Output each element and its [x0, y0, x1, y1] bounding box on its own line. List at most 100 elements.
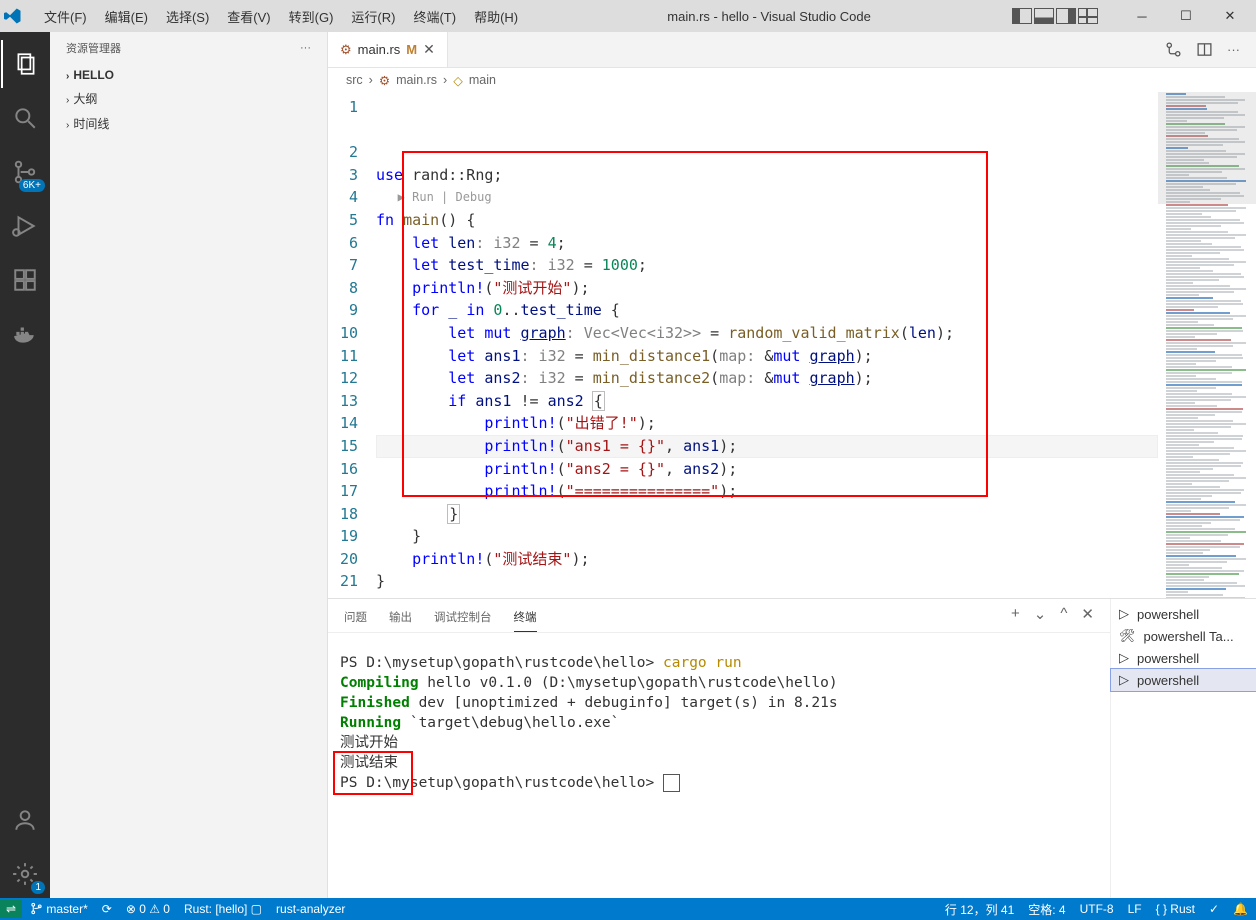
codelens[interactable]: ▶ Run | Debug — [376, 186, 1158, 209]
maximize-panel-icon[interactable]: ^ — [1060, 605, 1067, 632]
layout-grid-icon[interactable] — [1078, 8, 1098, 24]
code-line[interactable]: use rand::Rng; — [376, 164, 1158, 187]
title-bar: 文件(F)编辑(E)选择(S)查看(V)转到(G)运行(R)终端(T)帮助(H)… — [0, 0, 1256, 32]
terminal-list-item[interactable]: 🛠powershell Ta... — [1111, 625, 1256, 647]
status-item[interactable]: 空格: 4 — [1028, 901, 1065, 918]
code-line[interactable]: println!("ans2 = {}", ans2); — [376, 458, 1158, 481]
layout-left-icon[interactable] — [1012, 8, 1032, 24]
breadcrumb[interactable]: src › ⚙ main.rs › ◇ main — [328, 68, 1256, 92]
tab-filename: main.rs — [358, 42, 401, 57]
compare-icon[interactable] — [1165, 41, 1182, 58]
editor-group: ⚙ main.rs M ✕ ··· src › ⚙ main.rs › ◇ ma… — [328, 32, 1256, 898]
terminal-line: 测试结束 — [340, 753, 1098, 773]
code-line[interactable]: } — [376, 525, 1158, 548]
status-item[interactable]: ⟳ — [102, 902, 112, 916]
menu-bar: 文件(F)编辑(E)选择(S)查看(V)转到(G)运行(R)终端(T)帮助(H) — [36, 3, 526, 30]
code-line[interactable]: println!("测试结束"); — [376, 548, 1158, 571]
status-item[interactable]: ✓ — [1209, 902, 1219, 916]
code-line[interactable]: fn main() { — [376, 209, 1158, 232]
extensions-icon[interactable] — [1, 256, 49, 304]
code-line[interactable]: let ans1: i32 = min_distance1(map: &mut … — [376, 345, 1158, 368]
menu-item[interactable]: 终端(T) — [405, 3, 464, 30]
panel-actions: + ⌄ ^ ✕ — [1011, 605, 1094, 632]
status-item[interactable]: Rust: [hello] ▢ — [184, 902, 262, 916]
settings-icon[interactable]: 1 — [1, 850, 49, 898]
sidebar-section[interactable]: ›时间线 — [50, 111, 327, 136]
tab-close-icon[interactable]: ✕ — [423, 41, 435, 58]
status-item[interactable]: UTF-8 — [1080, 902, 1114, 916]
search-icon[interactable] — [1, 94, 49, 142]
sidebar-section[interactable]: ›HELLO — [50, 64, 327, 86]
code-line[interactable]: println!("ans1 = {}", ans1); — [376, 435, 1158, 458]
window-title: main.rs - hello - Visual Studio Code — [526, 9, 1012, 24]
panel-tab[interactable]: 问题 — [344, 605, 367, 632]
status-item[interactable]: ⊗ 0 ⚠ 0 — [126, 902, 170, 916]
breadcrumb-symbol[interactable]: main — [469, 73, 496, 87]
terminal-type-icon: 🛠 — [1119, 628, 1136, 644]
code-line[interactable] — [376, 593, 1158, 598]
source-control-icon[interactable]: 6K+ — [1, 148, 49, 196]
terminal-list-item[interactable]: ▷powershell — [1111, 669, 1256, 691]
layout-right-icon[interactable] — [1056, 8, 1076, 24]
terminal-list-item[interactable]: ▷powershell — [1111, 647, 1256, 669]
minimize-button[interactable]: ─ — [1120, 0, 1164, 32]
tab-main-rs[interactable]: ⚙ main.rs M ✕ — [328, 32, 448, 67]
code-line[interactable]: println!("==============="); — [376, 480, 1158, 503]
more-actions-icon[interactable]: ··· — [1227, 42, 1240, 57]
layout-controls[interactable] — [1012, 8, 1098, 24]
terminal-dropdown-icon[interactable]: ⌄ — [1034, 605, 1047, 632]
line-gutter[interactable]: 1 23456789101112131415161718192021 — [328, 92, 376, 598]
code-line[interactable]: if ans1 != ans2 { — [376, 390, 1158, 413]
code-line[interactable]: let mut graph: Vec<Vec<i32>> = random_va… — [376, 322, 1158, 345]
split-editor-icon[interactable] — [1196, 41, 1213, 58]
sidebar-header: 资源管理器 ··· — [50, 32, 327, 64]
window-controls: ─ ☐ ✕ — [1120, 0, 1252, 32]
menu-item[interactable]: 编辑(E) — [97, 3, 156, 30]
menu-item[interactable]: 文件(F) — [36, 3, 95, 30]
code-line[interactable]: } — [376, 503, 1158, 526]
maximize-button[interactable]: ☐ — [1164, 0, 1208, 32]
run-debug-icon[interactable] — [1, 202, 49, 250]
terminal-line: Finished dev [unoptimized + debuginfo] t… — [340, 693, 1098, 713]
breadcrumb-folder[interactable]: src — [346, 73, 363, 87]
close-button[interactable]: ✕ — [1208, 0, 1252, 32]
panel-tab[interactable]: 调试控制台 — [434, 605, 492, 632]
sidebar-section[interactable]: ›大纲 — [50, 86, 327, 111]
status-item[interactable]: master* — [30, 902, 88, 916]
remote-indicator[interactable]: ⇌ — [0, 900, 22, 918]
new-terminal-icon[interactable]: + — [1011, 605, 1020, 632]
code-line[interactable]: let test_time: i32 = 1000; — [376, 254, 1158, 277]
code-editor[interactable]: 1 23456789101112131415161718192021 use r… — [328, 92, 1256, 598]
bell-icon[interactable]: 🔔 — [1233, 902, 1248, 916]
code-line[interactable]: for _ in 0..test_time { — [376, 299, 1158, 322]
more-icon[interactable]: ··· — [300, 42, 311, 54]
menu-item[interactable]: 转到(G) — [281, 3, 342, 30]
code-line[interactable]: let ans2: i32 = min_distance2(map: &mut … — [376, 367, 1158, 390]
status-item[interactable]: 行 12，列 41 — [945, 901, 1014, 918]
breadcrumb-file[interactable]: main.rs — [396, 73, 437, 87]
code-line[interactable]: let len: i32 = 4; — [376, 232, 1158, 255]
menu-item[interactable]: 运行(R) — [343, 3, 403, 30]
code-line[interactable]: } — [376, 570, 1158, 593]
panel-tab[interactable]: 输出 — [389, 605, 412, 632]
layout-bottom-icon[interactable] — [1034, 8, 1054, 24]
explorer-icon[interactable] — [1, 40, 49, 88]
terminal-list-item[interactable]: ▷powershell — [1111, 603, 1256, 625]
code-content[interactable]: use rand::Rng; ▶ Run | Debugfn main() { … — [376, 92, 1158, 598]
minimap-slider[interactable] — [1158, 92, 1256, 204]
menu-item[interactable]: 帮助(H) — [466, 3, 526, 30]
docker-icon[interactable] — [1, 310, 49, 358]
code-line[interactable]: println!("测试开始"); — [376, 277, 1158, 300]
terminal-list: ▷powershell🛠powershell Ta...▷powershell▷… — [1110, 599, 1256, 898]
minimap[interactable] — [1158, 92, 1256, 598]
account-icon[interactable] — [1, 796, 49, 844]
status-item[interactable]: rust-analyzer — [276, 902, 345, 916]
menu-item[interactable]: 查看(V) — [219, 3, 278, 30]
menu-item[interactable]: 选择(S) — [158, 3, 217, 30]
status-item[interactable]: LF — [1128, 902, 1142, 916]
terminal-output[interactable]: PS D:\mysetup\gopath\rustcode\hello> car… — [328, 633, 1110, 898]
close-panel-icon[interactable]: ✕ — [1081, 605, 1094, 632]
code-line[interactable]: println!("出错了!"); — [376, 412, 1158, 435]
status-item[interactable]: { } Rust — [1156, 902, 1195, 916]
panel-tab[interactable]: 终端 — [514, 605, 537, 632]
